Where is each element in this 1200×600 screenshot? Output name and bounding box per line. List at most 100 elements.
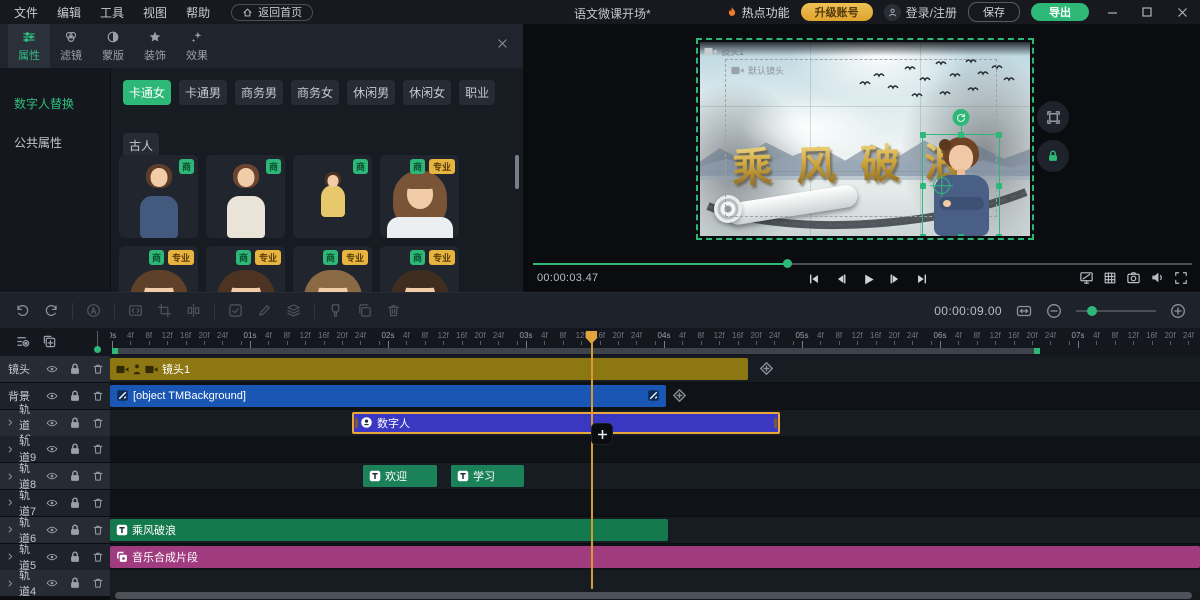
fit-timeline-button[interactable] [1016,303,1032,319]
work-range-bar[interactable] [112,348,1040,354]
track-visibility-icon[interactable] [46,417,58,429]
avatar-card[interactable]: 商 [206,155,285,238]
toolbar-check-button[interactable] [221,300,250,322]
sidebar-item-数字人替换[interactable]: 数字人替换 [0,84,110,123]
snapshot-button[interactable] [1126,270,1141,285]
toolbar-brackets-button[interactable] [121,300,150,322]
upgrade-account-button[interactable]: 升级账号 [801,3,873,21]
toolbar-circleA-button[interactable] [79,300,108,322]
track-header-轨道8[interactable]: 轨道8 [0,463,110,489]
chevron-right-icon[interactable] [6,418,15,427]
panel-close-button[interactable] [496,37,509,50]
avatar-card[interactable]: 专业商 [380,246,459,292]
selection-handle[interactable] [996,183,1002,189]
track-lock-icon[interactable] [68,416,82,430]
range-start-cap[interactable] [112,348,118,354]
track-delete-icon[interactable] [92,524,104,536]
preview-progress-thumb[interactable] [783,259,792,268]
previous-frame-button[interactable] [830,269,852,289]
track-visibility-icon[interactable] [46,524,58,536]
chevron-right-icon[interactable] [6,498,15,507]
menu-item-帮助[interactable]: 帮助 [186,4,210,21]
chevron-right-icon[interactable] [6,472,15,481]
category-chip-卡通女[interactable]: 卡通女 [123,80,171,105]
menu-item-编辑[interactable]: 编辑 [57,4,81,21]
track-lock-icon[interactable] [68,362,82,376]
chevron-right-icon[interactable] [6,579,15,588]
tab-装饰[interactable]: 装饰 [134,24,176,68]
tab-滤镜[interactable]: 滤镜 [50,24,92,68]
rotate-handle[interactable] [953,109,970,126]
track-lane-镜头[interactable]: 镜头1 [110,356,1200,382]
track-header-轨道7[interactable]: 轨道7 [0,490,110,516]
preview-progress-bar[interactable] [533,263,1192,265]
track-lock-icon[interactable] [68,389,82,403]
menu-item-文件[interactable]: 文件 [14,4,38,21]
track-visibility-icon[interactable] [46,497,58,509]
add-track-icon[interactable] [42,334,57,349]
selection-handle[interactable] [996,234,1002,236]
toolbar-redo-button[interactable] [37,300,66,322]
range-end-cap[interactable] [1034,348,1040,354]
track-delete-icon[interactable] [92,497,104,509]
avatar-card[interactable]: 专业商 [119,246,198,292]
display-mode-button[interactable] [1079,270,1094,285]
track-lane-轨道6[interactable]: 乘风破浪 [110,517,1200,543]
track-delete-icon[interactable] [92,363,104,375]
track-header-轨道10[interactable]: 轨道10 [0,410,110,436]
save-button[interactable]: 保存 [968,2,1020,22]
tab-蒙版[interactable]: 蒙版 [92,24,134,68]
clip-乘风破浪[interactable]: 乘风破浪 [110,519,668,541]
avatar-card[interactable]: 商 [293,155,372,238]
close-window-button[interactable] [1170,0,1194,24]
avatar-card[interactable]: 专业商 [380,155,459,238]
video-canvas[interactable]: 乘风破浪默认镜头镜头1 [700,42,1030,236]
track-visibility-icon[interactable] [46,470,58,482]
chevron-right-icon[interactable] [6,525,15,534]
track-lock-icon[interactable] [68,576,82,590]
focus-frame-button[interactable] [1037,101,1069,133]
add-keyframe-button[interactable] [758,360,775,377]
track-visibility-icon[interactable] [46,390,58,402]
category-chip-休闲女[interactable]: 休闲女 [403,80,451,105]
track-delete-icon[interactable] [92,390,104,402]
clip-镜头1[interactable]: 镜头1 [110,358,748,380]
toolbar-brush-button[interactable] [321,300,350,322]
skip-to-end-button[interactable] [911,269,933,289]
timeline-zoom-slider[interactable] [1076,310,1156,312]
fullscreen-button[interactable] [1174,270,1188,285]
category-chip-休闲男[interactable]: 休闲男 [347,80,395,105]
anchor-point[interactable] [933,177,950,194]
track-lane-背景[interactable]: [object TMBackground] [110,383,1200,409]
track-visibility-icon[interactable] [46,551,58,563]
selection-handle[interactable] [996,132,1002,138]
selection-handle[interactable] [920,183,926,189]
track-delete-icon[interactable] [92,577,104,589]
avatar-card[interactable]: 专业商 [206,246,285,292]
selection-box[interactable] [922,134,1000,236]
track-lock-icon[interactable] [68,469,82,483]
track-delete-icon[interactable] [92,551,104,563]
menu-item-视图[interactable]: 视图 [143,4,167,21]
skip-to-start-button[interactable] [803,269,825,289]
track-lock-icon[interactable] [68,442,82,456]
next-frame-button[interactable] [884,269,906,289]
volume-button[interactable] [1150,270,1165,285]
toolbar-pen-button[interactable] [250,300,279,322]
avatar-card[interactable]: 商 [119,155,198,238]
track-lane-轨道10[interactable]: 数字人 [110,410,1200,436]
track-visibility-icon[interactable] [46,363,58,375]
track-lane-轨道7[interactable] [110,490,1200,516]
add-keyframe-button[interactable] [671,387,688,404]
home-button[interactable]: 返回首页 [231,4,313,21]
track-lane-轨道5[interactable]: 音乐合成片段 [110,544,1200,570]
hot-features-button[interactable]: 热点功能 [726,4,790,21]
track-lock-icon[interactable] [68,496,82,510]
track-lock-icon[interactable] [68,523,82,537]
sidebar-item-公共属性[interactable]: 公共属性 [0,123,110,162]
export-button[interactable]: 导出 [1031,3,1089,21]
track-lane-轨道8[interactable]: 欢迎学习 [110,463,1200,489]
track-header-背景[interactable]: 背景 [0,383,110,409]
clip-[object TMBackground][interactable]: [object TMBackground] [110,385,666,407]
tab-属性[interactable]: 属性 [8,24,50,68]
